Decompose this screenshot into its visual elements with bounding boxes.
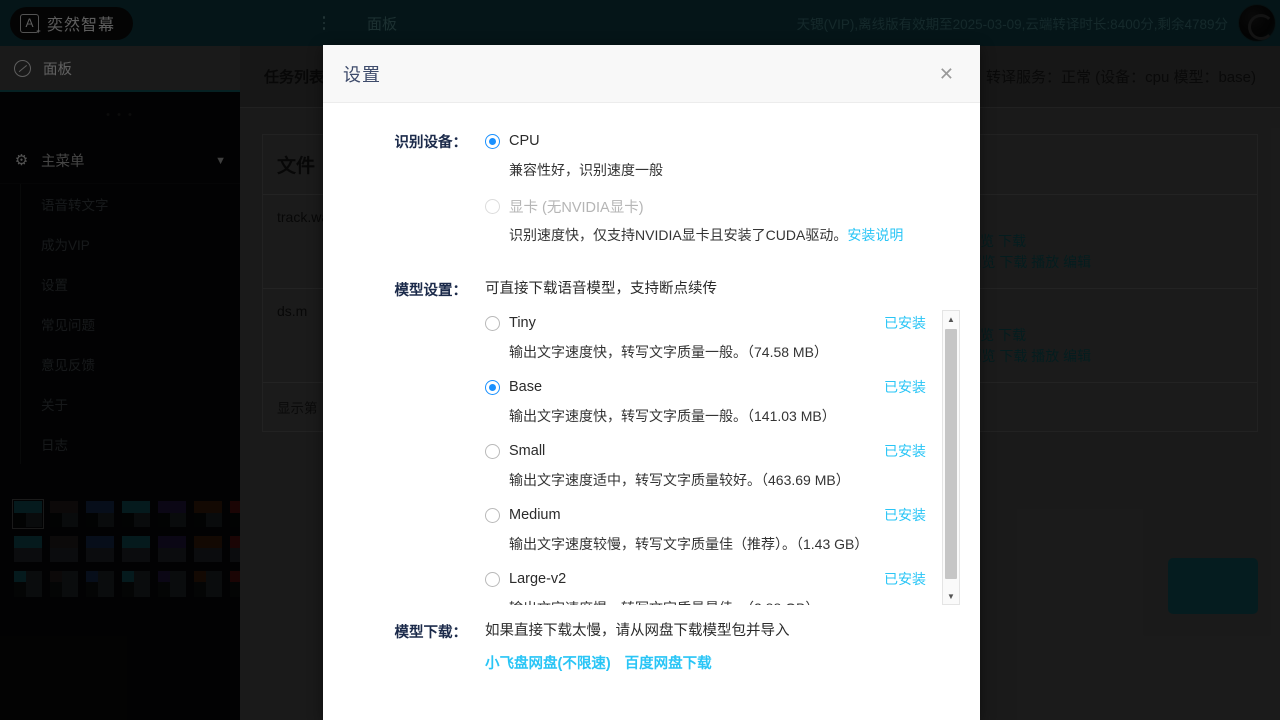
model-option-row[interactable]: Small 已安装 [485, 438, 930, 464]
model-desc: 输出文字速度快，转写文字质量一般。（141.03 MB） [509, 406, 930, 426]
device-option-gpu-label: 显卡 (无NVIDIA显卡) [509, 196, 644, 217]
installed-badge: 已安装 [884, 441, 930, 461]
scrollbar-thumb[interactable] [945, 329, 957, 579]
dialog-header: 设置 ✕ [323, 45, 980, 103]
download-body: 如果直接下载太慢，请从网盘下载模型包并导入 小飞盘网盘(不限速) 百度网盘下载 [485, 619, 960, 673]
model-label: 模型设置： [343, 277, 485, 605]
device-option-gpu-desc: 识别速度快，仅支持NVIDIA显卡且安装了CUDA驱动。安装说明 [509, 225, 960, 245]
model-item-large-v2: Large-v2 已安装输出文字速度慢，转写文字质量最佳。（2.88 GB） [485, 566, 930, 605]
model-desc: 输出文字速度适中，转写文字质量较好。（463.69 MB） [509, 470, 930, 490]
model-item-medium: Medium 已安装输出文字速度较慢，转写文字质量佳（推荐）。（1.43 GB） [485, 502, 930, 554]
model-desc: 输出文字速度较慢，转写文字质量佳（推荐）。（1.43 GB） [509, 534, 930, 554]
radio-small[interactable] [485, 444, 500, 459]
model-option-row[interactable]: Medium 已安装 [485, 502, 930, 528]
radio-medium[interactable] [485, 508, 500, 523]
device-option-cpu-desc: 兼容性好，识别速度一般 [509, 160, 960, 180]
dialog-title: 设置 [343, 61, 381, 87]
radio-tiny[interactable] [485, 316, 500, 331]
device-option-gpu[interactable]: 显卡 (无NVIDIA显卡) [485, 194, 960, 218]
installed-badge: 已安装 [884, 569, 930, 589]
radio-cpu[interactable] [485, 134, 500, 149]
installed-badge: 已安装 [884, 377, 930, 397]
download-section: 模型下载： 如果直接下载太慢，请从网盘下载模型包并导入 小飞盘网盘(不限速) 百… [323, 619, 980, 673]
model-desc: 输出文字速度快，转写文字质量一般。（74.58 MB） [509, 342, 930, 362]
model-desc: 输出文字速度慢，转写文字质量最佳。（2.88 GB） [509, 598, 930, 605]
settings-dialog: 设置 ✕ 识别设备： CPU 兼容性好，识别速度一般 显卡 (无NVIDIA显卡… [323, 45, 980, 720]
baidu-pan-link[interactable]: 百度网盘下载 [625, 652, 712, 673]
device-options: CPU 兼容性好，识别速度一般 显卡 (无NVIDIA显卡) 识别速度快，仅支持… [485, 129, 960, 259]
scroll-up-arrow[interactable]: ▲ [943, 311, 959, 327]
model-item-tiny: Tiny 已安装输出文字速度快，转写文字质量一般。（74.58 MB） [485, 310, 930, 362]
installed-badge: 已安装 [884, 313, 930, 333]
download-hint: 如果直接下载太慢，请从网盘下载模型包并导入 [485, 619, 960, 640]
model-option-row[interactable]: Tiny 已安装 [485, 310, 930, 336]
model-option-row[interactable]: Base 已安装 [485, 374, 930, 400]
cuda-install-guide-link[interactable]: 安装说明 [847, 227, 903, 243]
device-section: 识别设备： CPU 兼容性好，识别速度一般 显卡 (无NVIDIA显卡) 识别速… [323, 129, 980, 259]
download-label: 模型下载： [343, 619, 485, 673]
radio-gpu[interactable] [485, 199, 500, 214]
radio-base[interactable] [485, 380, 500, 395]
model-name: Large-v2 [509, 571, 566, 587]
model-hint: 可直接下载语音模型，支持断点续传 [485, 277, 960, 298]
model-item-small: Small 已安装输出文字速度适中，转写文字质量较好。（463.69 MB） [485, 438, 930, 490]
device-label: 识别设备： [343, 129, 485, 259]
dialog-body: 识别设备： CPU 兼容性好，识别速度一般 显卡 (无NVIDIA显卡) 识别速… [323, 103, 980, 720]
model-name: Medium [509, 507, 561, 523]
radio-large-v2[interactable] [485, 572, 500, 587]
scroll-down-arrow[interactable]: ▼ [943, 588, 959, 604]
model-options: 可直接下载语音模型，支持断点续传 Tiny已安装输出文字速度快，转写文字质量一般… [485, 277, 960, 605]
model-list-scroll-area: Tiny已安装输出文字速度快，转写文字质量一般。（74.58 MB）Base已安… [485, 310, 960, 605]
model-name: Small [509, 443, 545, 459]
model-item-base: Base 已安装输出文字速度快，转写文字质量一般。（141.03 MB） [485, 374, 930, 426]
device-option-cpu[interactable]: CPU [485, 129, 960, 153]
model-list: Tiny已安装输出文字速度快，转写文字质量一般。（74.58 MB）Base已安… [485, 310, 930, 605]
close-icon[interactable]: ✕ [933, 61, 960, 87]
installed-badge: 已安装 [884, 505, 930, 525]
download-links: 小飞盘网盘(不限速) 百度网盘下载 [485, 652, 960, 673]
model-option-row[interactable]: Large-v2 已安装 [485, 566, 930, 592]
model-name: Tiny [509, 315, 536, 331]
gpu-desc-text: 识别速度快，仅支持NVIDIA显卡且安装了CUDA驱动。 [509, 227, 847, 243]
xiaofeipan-link[interactable]: 小飞盘网盘(不限速) [485, 652, 611, 673]
app-root: A 奕然智幕 面板 天锶(VIP),离线版有效期至2025-03-09,云端转译… [0, 0, 1280, 720]
model-name: Base [509, 379, 542, 395]
model-list-scrollbar[interactable]: ▲ ▼ [942, 310, 960, 605]
model-section: 模型设置： 可直接下载语音模型，支持断点续传 Tiny已安装输出文字速度快，转写… [323, 277, 980, 605]
device-option-cpu-label: CPU [509, 133, 540, 149]
